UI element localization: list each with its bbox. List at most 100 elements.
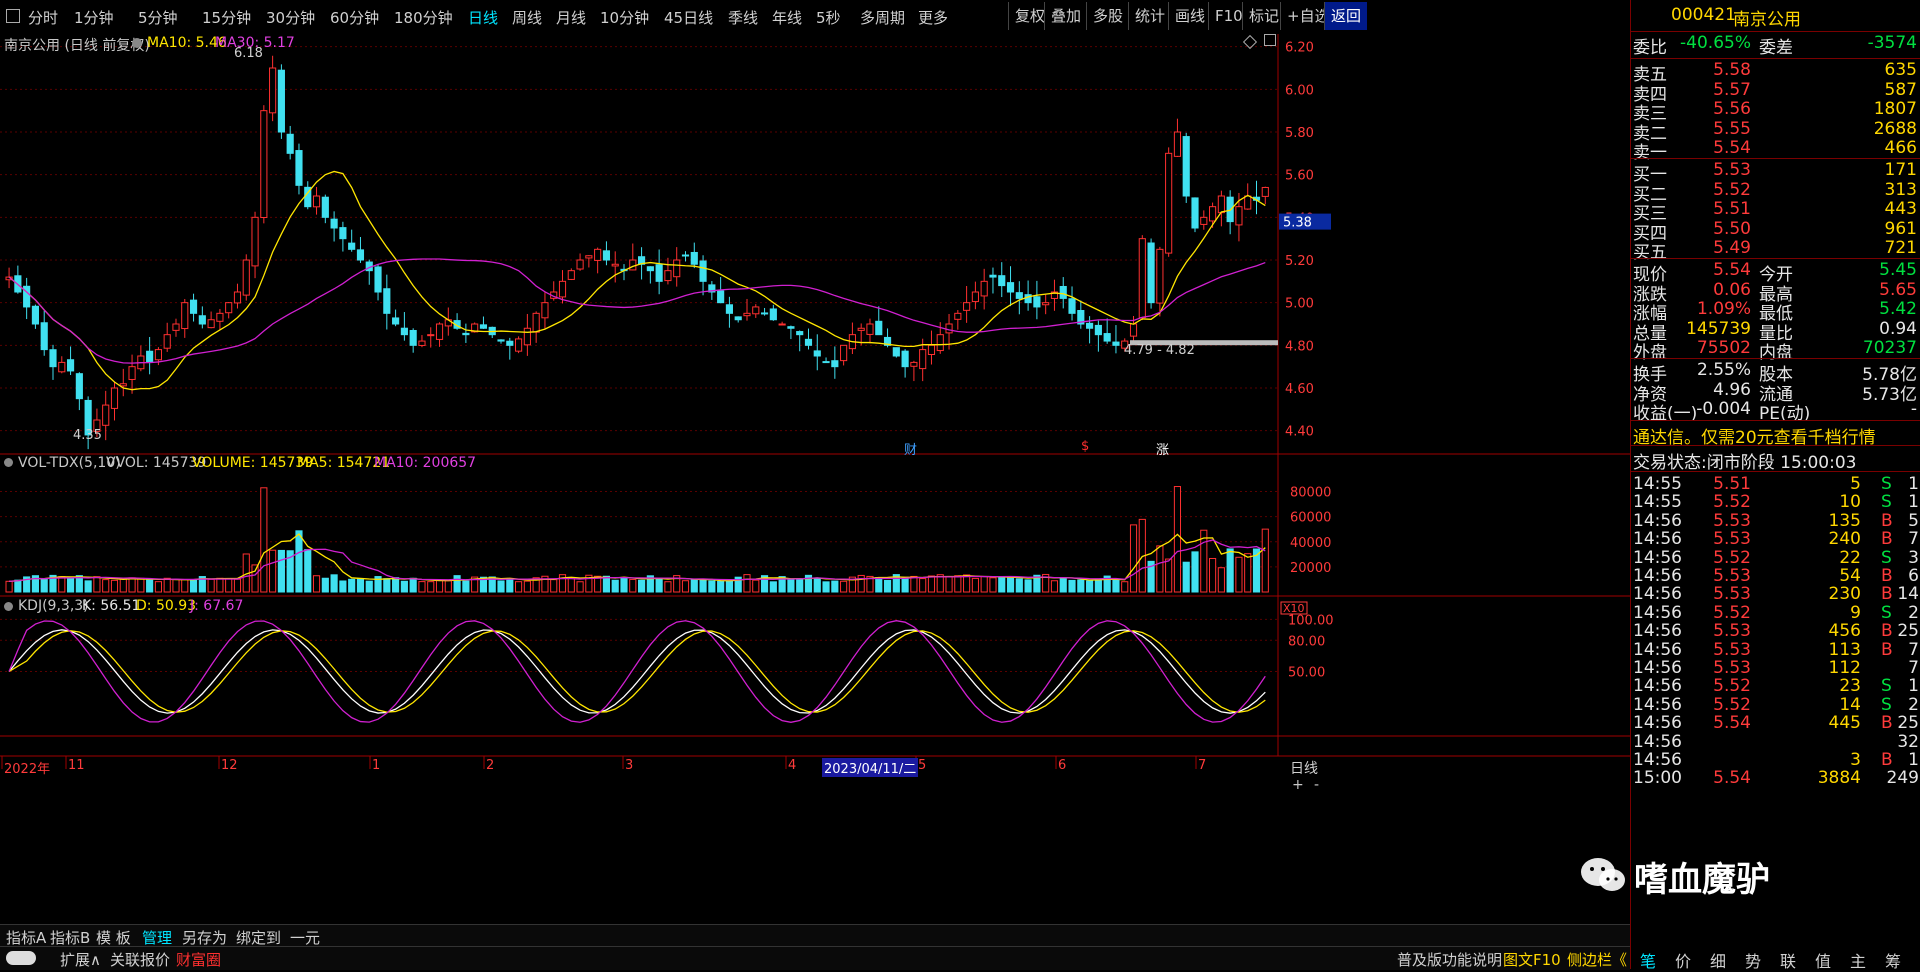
indicator-tab-1[interactable]: 指标B: [50, 927, 90, 948]
bottom-right-2[interactable]: 侧边栏《: [1567, 949, 1627, 970]
period-6[interactable]: 180分钟: [394, 7, 453, 28]
panel-tab-0[interactable]: 笔: [1640, 948, 1656, 972]
panel-toggle-icon[interactable]: [1264, 34, 1276, 46]
period-12[interactable]: 季线: [728, 7, 758, 28]
volume-bar: [875, 577, 883, 593]
buy-price: 5.52: [1713, 179, 1751, 200]
period-10[interactable]: 10分钟: [600, 7, 649, 28]
volume-bar: [1086, 580, 1094, 593]
price-tick: 5.60: [1285, 169, 1314, 184]
candle-body: [515, 338, 523, 352]
panel-tab-2[interactable]: 细: [1710, 948, 1726, 972]
axis-mode[interactable]: 日线: [1290, 758, 1318, 778]
panel-tab-7[interactable]: 筹: [1885, 948, 1901, 972]
toolbar-8[interactable]: 返回: [1324, 2, 1368, 30]
period-5[interactable]: 60分钟: [330, 7, 379, 28]
tick-time: 15:00: [1633, 768, 1682, 789]
plus-button[interactable]: +: [1292, 777, 1304, 793]
toolbar-3[interactable]: 统计: [1128, 2, 1171, 30]
period-2[interactable]: 5分钟: [138, 7, 178, 28]
tick-time: 14:56: [1633, 676, 1682, 697]
toolbar-2[interactable]: 多股: [1086, 2, 1129, 30]
panel-tab-3[interactable]: 势: [1745, 948, 1761, 972]
volume-bar: [339, 580, 347, 593]
volume-bar: [752, 579, 760, 593]
candle-body: [585, 255, 593, 259]
tick-side: B: [1881, 529, 1893, 550]
time-tick: 1: [372, 758, 381, 773]
period-11[interactable]: 45日线: [664, 7, 713, 28]
volume-bar: [1261, 528, 1269, 593]
period-13[interactable]: 年线: [772, 7, 802, 28]
kdj-icon: [4, 602, 13, 611]
candle-body: [963, 302, 971, 311]
candle-body: [66, 359, 75, 372]
period-8[interactable]: 周线: [512, 7, 542, 28]
candle-body: [1261, 186, 1269, 197]
chart-title: 南京公用 (日线 前复权): [4, 38, 150, 54]
candle-body: [75, 373, 83, 400]
toolbar-6[interactable]: 标记: [1242, 2, 1285, 30]
panel-tab-6[interactable]: 主: [1850, 948, 1866, 972]
period-7[interactable]: 日线: [468, 7, 498, 28]
ext-item-0[interactable]: 扩展∧: [60, 949, 101, 970]
quote-panel: 000421 南京公用 委比 -40.65% 委差 -3574 卖五 5.58 635 卖四 5.5…: [1630, 0, 1920, 969]
volume-bar: [128, 577, 136, 593]
tick-count: 6: [1908, 566, 1919, 586]
period-15[interactable]: 多周期: [860, 7, 905, 28]
tick-volume: 230: [1828, 584, 1861, 605]
info-icon[interactable]: [132, 38, 142, 48]
toolbar-4[interactable]: 画线: [1168, 2, 1211, 30]
period-14[interactable]: 5秒: [816, 7, 841, 28]
ext-item-2[interactable]: 财富圈: [176, 949, 221, 970]
bottom-right-0[interactable]: 普及版功能说明: [1397, 949, 1502, 970]
tick-time: 14:56: [1633, 713, 1682, 734]
candle-body: [409, 329, 417, 346]
candle-body: [1209, 206, 1217, 222]
tick-price: 5.52: [1713, 676, 1751, 697]
indicator-tab-0[interactable]: 指标A: [6, 927, 46, 948]
high-annotation: 6.18: [234, 46, 263, 61]
tick-volume: 135: [1828, 510, 1861, 531]
panel-tab-1[interactable]: 价: [1675, 948, 1691, 972]
period-4[interactable]: 30分钟: [266, 7, 315, 28]
price-tick: 6.00: [1285, 83, 1314, 98]
indicator-tab-2[interactable]: 模 板: [96, 927, 131, 948]
volume-bar: [690, 579, 698, 593]
candle-body: [655, 264, 663, 282]
period-3[interactable]: 15分钟: [202, 7, 251, 28]
toggle-switch[interactable]: [6, 951, 36, 965]
panel-tab-4[interactable]: 联: [1780, 948, 1796, 972]
period-9[interactable]: 月线: [556, 7, 586, 28]
indicator-tab-5[interactable]: 绑定到: [236, 927, 281, 948]
period-16[interactable]: 更多: [918, 7, 948, 28]
tick-price: 5.53: [1713, 566, 1751, 586]
ext-item-1[interactable]: 关联报价: [110, 949, 170, 970]
volume-bar: [1173, 486, 1182, 593]
period-0[interactable]: 分时: [28, 7, 58, 28]
candle-body: [1059, 285, 1067, 299]
minus-button[interactable]: -: [1314, 777, 1319, 793]
panel-tab-5[interactable]: 值: [1815, 948, 1831, 972]
volume-bar: [40, 578, 48, 593]
indicator-tab-3[interactable]: 管理: [142, 927, 172, 948]
period-1[interactable]: 1分钟: [74, 7, 114, 28]
window-icon[interactable]: [6, 9, 20, 23]
candle-body: [119, 383, 127, 387]
sell-price: 5.55: [1713, 118, 1751, 139]
candle-body: [348, 242, 356, 250]
price-tick: 5.00: [1285, 297, 1314, 312]
tick-volume: 3: [1850, 750, 1861, 770]
toolbar-1[interactable]: 叠加: [1044, 2, 1087, 30]
candle-body: [690, 251, 698, 265]
volume-bar: [963, 574, 971, 593]
candle-body: [392, 317, 400, 325]
bottom-right-1[interactable]: 图文F10: [1503, 949, 1561, 970]
volume-bar: [462, 580, 470, 593]
vol-tick: 60000: [1290, 511, 1331, 526]
indicator-tab-4[interactable]: 另存为: [182, 927, 227, 948]
kline-chart[interactable]: 6.206.005.805.605.405.205.004.804.604.40…: [0, 34, 1630, 924]
tick-time: 14:56: [1633, 529, 1682, 550]
current-price-marker: 5.38: [1279, 213, 1331, 231]
indicator-tab-6[interactable]: 一元: [290, 927, 320, 948]
